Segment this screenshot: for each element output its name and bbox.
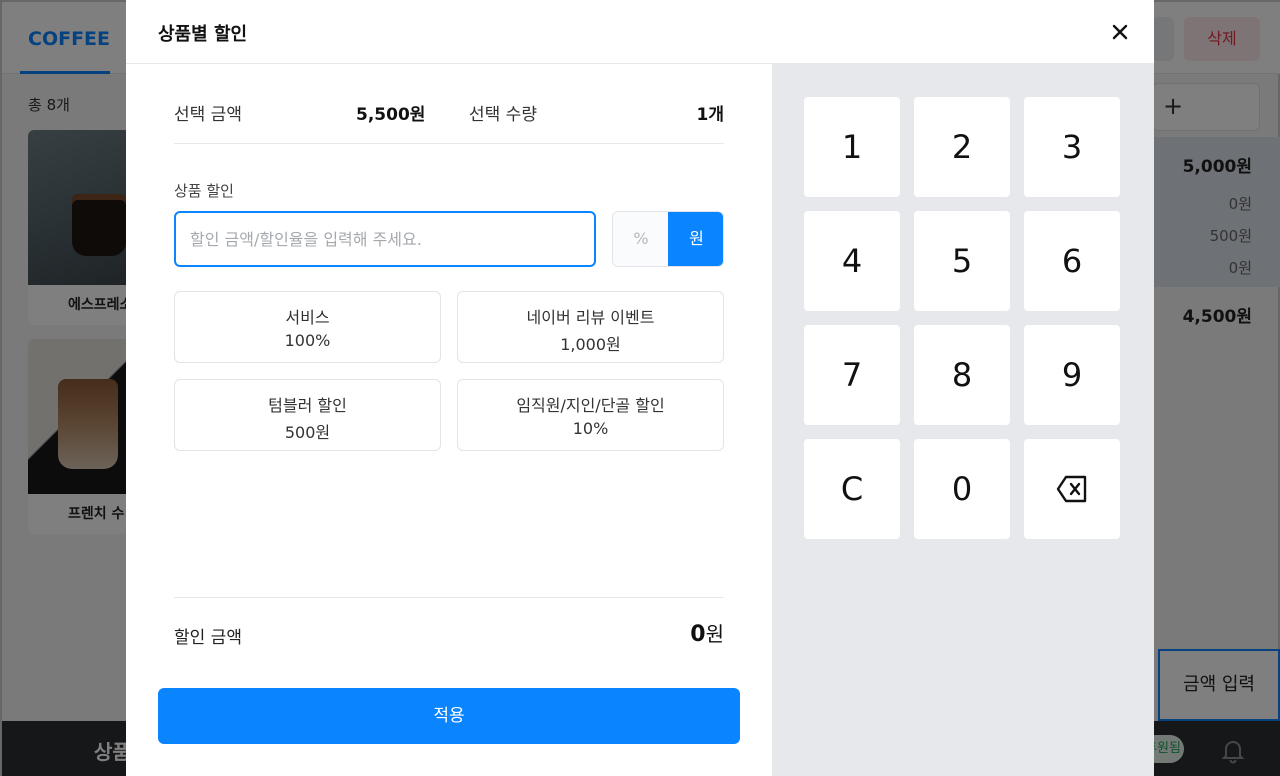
- preset-discount-button[interactable]: 네이버 리뷰 이벤트 1,000원: [457, 291, 724, 363]
- selected-qty-label: 선택 수량: [469, 105, 537, 125]
- preset-value: 500원: [284, 423, 331, 442]
- unit-toggle: % 원: [612, 211, 724, 267]
- keypad-key-9[interactable]: 9: [1024, 325, 1120, 425]
- preset-discount-button[interactable]: 텀블러 할인 500원: [174, 379, 441, 451]
- backspace-icon: [1056, 475, 1087, 503]
- preset-value: 1,000원: [560, 335, 621, 354]
- keypad-key-5[interactable]: 5: [914, 211, 1010, 311]
- discount-input[interactable]: [174, 211, 596, 267]
- preset-name: 네이버 리뷰 이벤트: [526, 308, 655, 327]
- keypad-key-4[interactable]: 4: [804, 211, 900, 311]
- discount-form: 선택 금액 5,500원 선택 수량 1개 상품 할인 % 원 서비스 100%…: [126, 64, 772, 776]
- preset-value: 100%: [284, 331, 331, 350]
- keypad-key-3[interactable]: 3: [1024, 97, 1120, 197]
- unit-won-button[interactable]: 원: [668, 212, 723, 266]
- selection-info: 선택 금액 5,500원 선택 수량 1개: [174, 100, 724, 144]
- preset-discount-button[interactable]: 임직원/지인/단골 할인 10%: [457, 379, 724, 451]
- selected-amount-label: 선택 금액: [174, 105, 242, 125]
- keypad-key-6[interactable]: 6: [1024, 211, 1120, 311]
- unit-percent-button[interactable]: %: [613, 212, 669, 266]
- keypad-key-1[interactable]: 1: [804, 97, 900, 197]
- discount-total-label: 할인 금액: [174, 628, 242, 648]
- preset-name: 텀블러 할인: [268, 396, 347, 415]
- keypad-key-2[interactable]: 2: [914, 97, 1010, 197]
- product-discount-label: 상품 할인: [174, 182, 234, 200]
- selected-amount-value: 5,500원: [356, 105, 426, 125]
- keypad-key-8[interactable]: 8: [914, 325, 1010, 425]
- modal-title: 상품별 할인: [158, 24, 248, 45]
- keypad-key-7[interactable]: 7: [804, 325, 900, 425]
- discount-total-amount: 0: [690, 622, 706, 647]
- apply-button[interactable]: 적용: [158, 688, 740, 744]
- selected-qty-value: 1개: [696, 105, 724, 125]
- preset-discount-button[interactable]: 서비스 100%: [174, 291, 441, 363]
- close-icon[interactable]: [1104, 16, 1136, 48]
- discount-total-value: 0원: [690, 618, 724, 647]
- divider: [174, 143, 724, 144]
- preset-name: 서비스: [285, 308, 330, 327]
- keypad-key-0[interactable]: 0: [914, 439, 1010, 539]
- keypad-key-clear[interactable]: C: [804, 439, 900, 539]
- discount-total-unit: 원: [705, 622, 724, 646]
- preset-value: 10%: [572, 419, 609, 438]
- preset-name: 임직원/지인/단골 할인: [516, 396, 665, 415]
- divider: [174, 597, 724, 598]
- modal-header: 상품별 할인: [126, 0, 1154, 64]
- keypad-key-backspace[interactable]: [1024, 439, 1120, 539]
- keypad: 1 2 3 4 5 6 7 8 9 C 0: [772, 64, 1154, 776]
- discount-modal: 상품별 할인 선택 금액 5,500원 선택 수량 1개 상품 할인 % 원 서…: [126, 0, 1154, 776]
